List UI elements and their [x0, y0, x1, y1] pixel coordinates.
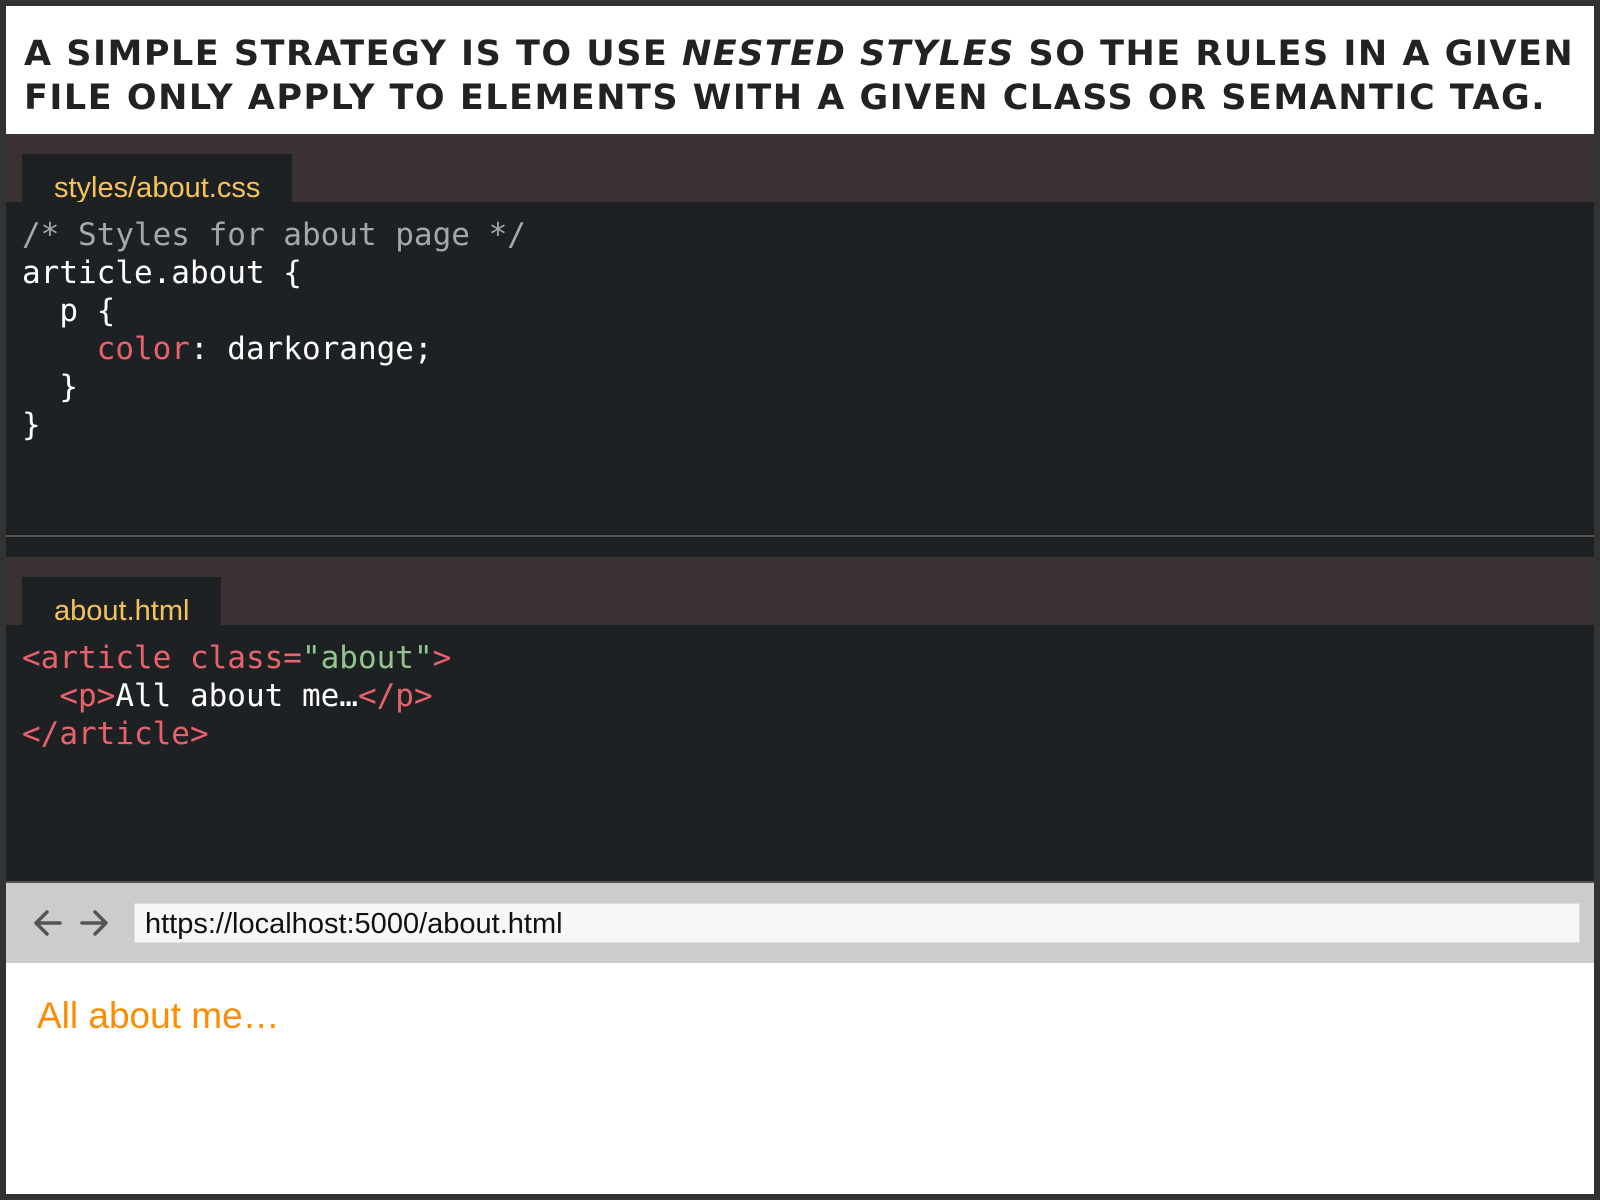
slide-frame: A simple strategy is to use nested style…	[6, 6, 1594, 1194]
css-code-editor[interactable]: /* Styles for about page */ article.abou…	[6, 202, 1594, 537]
html-close-p: </p>	[357, 678, 433, 714]
html-tab-strip: about.html	[6, 557, 1594, 645]
css-value: : darkorange;	[189, 331, 433, 367]
caption-text: A simple strategy is to use nested style…	[24, 32, 1584, 120]
arrow-right-icon	[80, 910, 108, 936]
html-code: <article class="about"> <p>All about me……	[22, 639, 451, 753]
rendered-paragraph: All about me…	[37, 995, 280, 1036]
html-close-article: </article>	[22, 716, 209, 752]
css-close-outer: }	[22, 407, 41, 443]
html-indent	[22, 678, 59, 714]
css-tab-strip: styles/about.css	[6, 134, 1594, 222]
html-open-p: <p>	[59, 678, 116, 714]
back-button[interactable]	[28, 903, 68, 943]
html-class-value: "about"	[301, 640, 433, 676]
css-close-inner: }	[22, 369, 78, 405]
html-open-article: <article class=	[22, 640, 302, 676]
arrow-left-icon	[34, 910, 62, 936]
html-code-editor[interactable]: <article class="about"> <p>All about me……	[6, 625, 1594, 883]
caption-emphasis: nested styles	[682, 34, 1015, 74]
css-property: color	[96, 331, 190, 367]
css-code: /* Styles for about page */ article.abou…	[22, 216, 526, 444]
html-open-article-end: >	[432, 640, 452, 676]
caption-panel: A simple strategy is to use nested style…	[6, 6, 1594, 134]
css-nested-selector: p {	[22, 293, 116, 329]
html-p-text: All about me…	[115, 678, 358, 714]
css-indent	[22, 331, 97, 367]
url-bar[interactable]: https://localhost:5000/about.html	[134, 903, 1580, 943]
caption-text-start: A simple strategy is to use	[24, 34, 683, 74]
browser-window: https://localhost:5000/about.html All ab…	[6, 883, 1594, 1194]
css-comment: /* Styles for about page */	[22, 217, 526, 253]
css-selector: article.about {	[22, 255, 302, 291]
browser-toolbar: https://localhost:5000/about.html	[6, 883, 1594, 963]
forward-button[interactable]	[74, 903, 114, 943]
